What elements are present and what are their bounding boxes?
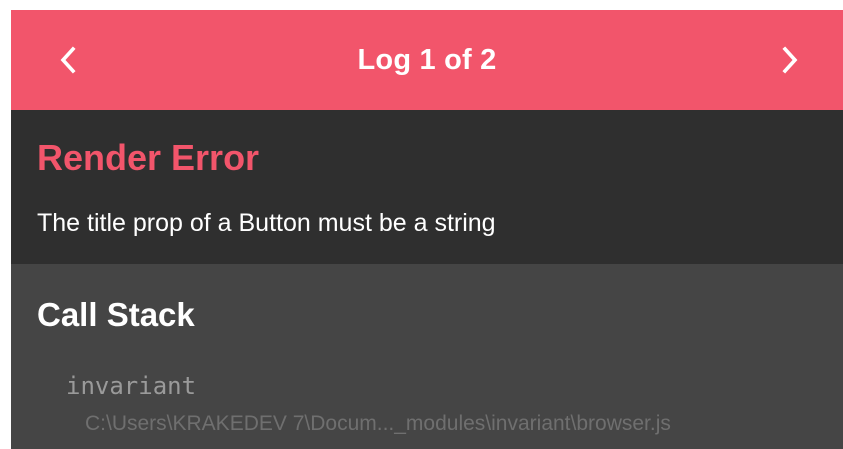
- previous-log-button[interactable]: [23, 10, 113, 110]
- error-message: The title prop of a Button must be a str…: [37, 209, 496, 237]
- stack-frame-function[interactable]: invariant: [66, 374, 196, 398]
- error-summary: Render Error The title prop of a Button …: [11, 110, 843, 264]
- call-stack-section: Call Stack invariant C:\Users\KRAKEDEV 7…: [11, 264, 843, 449]
- stack-frame-file-path: C:\Users\KRAKEDEV 7\Docum..._modules\inv…: [85, 412, 671, 435]
- next-log-button[interactable]: [745, 10, 835, 110]
- log-header: Log 1 of 2: [11, 10, 843, 110]
- error-log-screen: Log 1 of 2 Render Error The title prop o…: [11, 10, 843, 449]
- error-title: Render Error: [37, 137, 260, 178]
- call-stack-heading: Call Stack: [37, 296, 195, 333]
- chevron-right-icon: [782, 46, 798, 74]
- log-counter-title: Log 1 of 2: [357, 43, 497, 76]
- chevron-left-icon: [60, 46, 76, 74]
